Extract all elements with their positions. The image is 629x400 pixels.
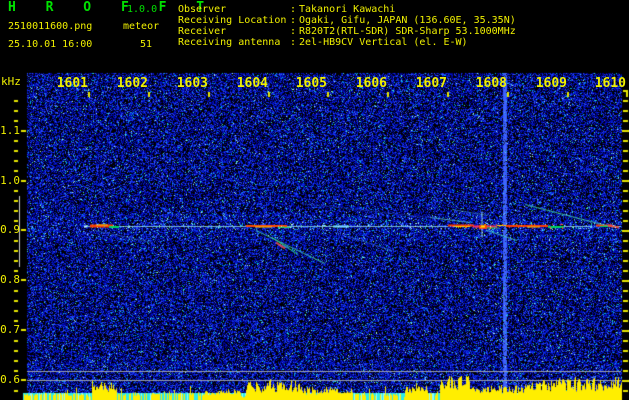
info-label: Observer	[178, 4, 227, 15]
mode-label: meteor	[123, 21, 160, 32]
filename-label: 2510011600.png	[8, 21, 93, 32]
time-tick-label: 1607	[415, 76, 447, 91]
freq-tick-label: 0.6	[0, 373, 20, 386]
datetime-label: 25.10.01 16:00	[8, 39, 93, 50]
info-colon: :	[290, 15, 297, 26]
spectrogram-canvas	[0, 0, 629, 400]
count-label: 51	[140, 39, 153, 50]
time-tick-label: 1608	[475, 76, 507, 91]
info-colon: :	[290, 26, 297, 37]
freq-tick-label: 0.9	[0, 223, 20, 236]
time-tick-label: 1602	[116, 76, 148, 91]
info-value: 2el-HB9CV Vertical (el. E-W)	[299, 37, 468, 48]
freq-tick-label: 0.8	[0, 273, 20, 286]
info-label: Receiving antenna	[178, 37, 281, 48]
info-row: Observer: Takanori Kawachi	[178, 4, 516, 15]
info-row: Receiving Location: Ogaki, Gifu, JAPAN (1…	[178, 15, 516, 26]
khz-unit-label: kHz	[1, 75, 21, 88]
info-colon: :	[290, 4, 297, 15]
info-value: Takanori Kawachi	[299, 4, 396, 15]
freq-tick-label: 1.1	[0, 124, 20, 137]
time-tick-label: 1606	[355, 76, 387, 91]
freq-tick-label: 1.0	[0, 174, 20, 187]
info-row: Receiving antenna:2el-HB9CV Vertical (el…	[178, 37, 516, 48]
time-tick-label: 1603	[176, 76, 208, 91]
freq-tick-label: 0.7	[0, 323, 20, 336]
hrofft-window: H R O F F T 1.0.0 2510011600.png meteor …	[0, 0, 629, 400]
time-tick-label: 1601	[56, 76, 88, 91]
observer-info: Observer: Takanori Kawachi Receiving Locat…	[178, 4, 516, 48]
time-tick-label: 1604	[236, 76, 268, 91]
info-value: Ogaki, Gifu, JAPAN (136.60E, 35.35N)	[299, 15, 516, 26]
info-label: Receiver	[178, 26, 227, 37]
info-row: Receiver: R820T2(RTL-SDR) SDR-Sharp 53.10…	[178, 26, 516, 37]
info-value: R820T2(RTL-SDR) SDR-Sharp 53.1000MHz	[299, 26, 516, 37]
info-label: Receiving Location	[178, 15, 287, 26]
time-tick-label: 1605	[295, 76, 327, 91]
time-tick-label: 1609	[535, 76, 567, 91]
app-version: 1.0.0	[127, 4, 158, 15]
info-colon: :	[290, 37, 297, 48]
time-tick-label: 1610	[594, 76, 626, 91]
